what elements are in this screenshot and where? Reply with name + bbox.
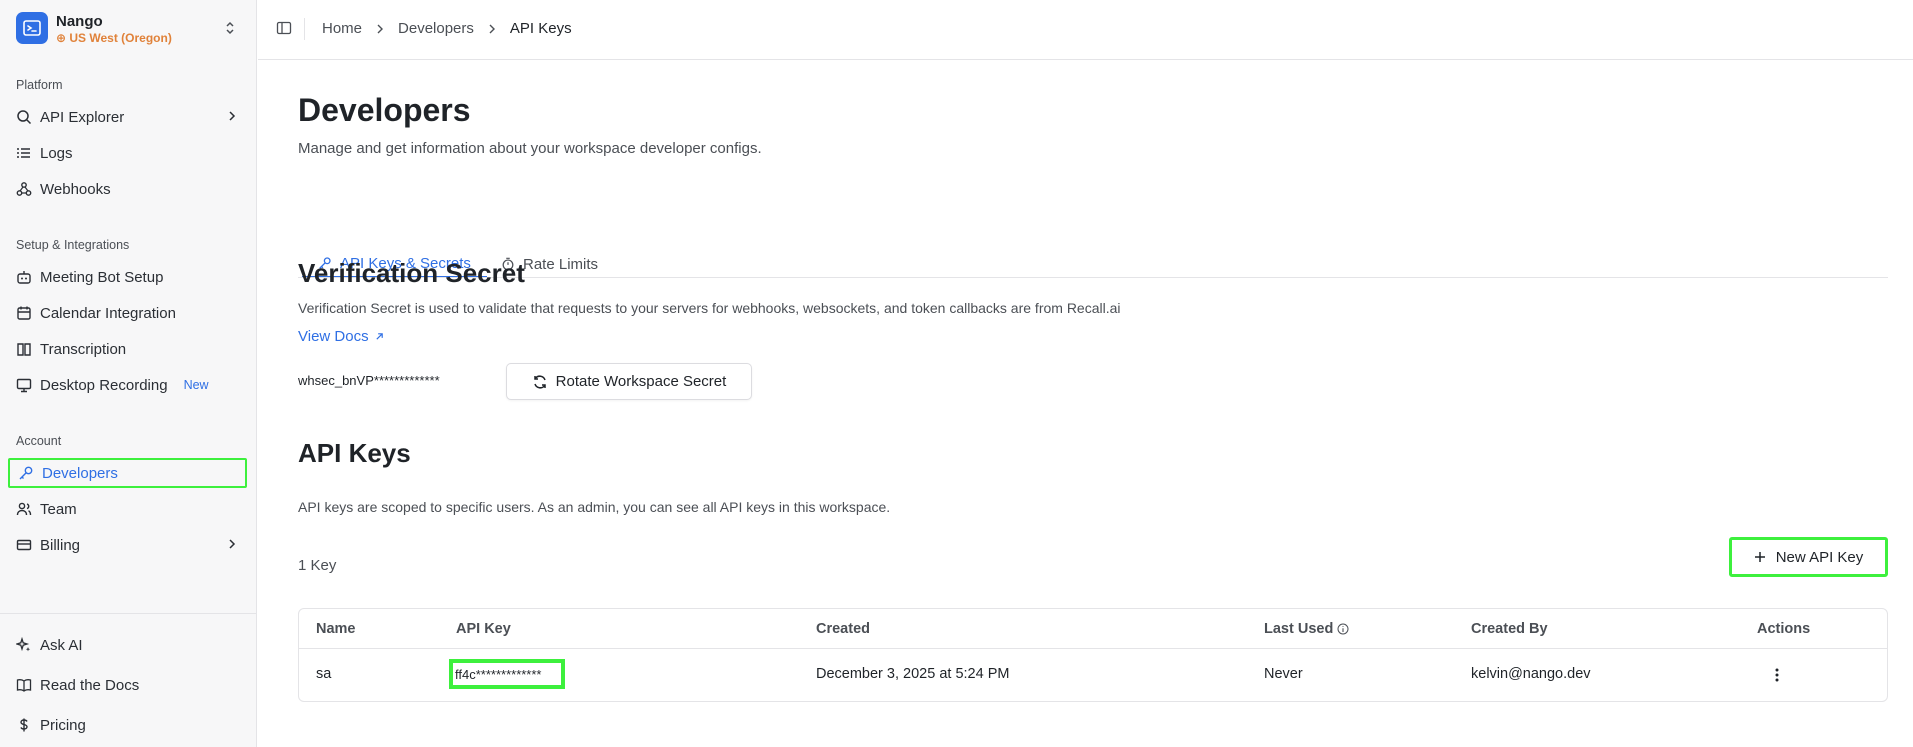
column-header-actions: Actions <box>1757 621 1811 637</box>
tab-label: Rate Limits <box>523 255 599 273</box>
chevron-up-down-icon <box>224 20 236 41</box>
cell-created: December 3, 2025 at 5:24 PM <box>816 666 1010 682</box>
refresh-icon <box>532 374 548 390</box>
section-label-platform: Platform <box>16 78 63 92</box>
verification-secret-value: whsec_bnVP************* <box>298 373 440 388</box>
workspace-region: ⊕ US West (Oregon) <box>56 31 172 45</box>
plus-icon <box>1754 551 1766 563</box>
chevron-right-icon <box>227 537 237 555</box>
sidebar: Nango ⊕ US West (Oregon) Platform API Ex… <box>0 0 257 747</box>
book-icon <box>16 341 32 357</box>
verification-title: Verification Secret <box>298 258 525 288</box>
column-header-api-key: API Key <box>456 621 511 637</box>
sidebar-item-label: Developers <box>42 464 118 482</box>
api-keys-description: API keys are scoped to specific users. A… <box>298 499 891 515</box>
chevron-right-icon <box>376 23 384 35</box>
view-docs-label: View Docs <box>298 328 369 345</box>
sidebar-item-webhooks[interactable]: Webhooks <box>8 174 247 204</box>
sidebar-item-label: Team <box>40 500 77 518</box>
sidebar-item-label: Pricing <box>40 716 86 734</box>
workspace-logo-icon <box>16 12 48 44</box>
dollar-icon <box>16 717 32 733</box>
rotate-secret-label: Rotate Workspace Secret <box>555 373 727 390</box>
cell-name: sa <box>316 666 332 682</box>
sidebar-item-label: Desktop Recording <box>40 376 168 394</box>
new-badge: New <box>183 378 209 392</box>
sidebar-item-desktop-recording[interactable]: Desktop Recording New <box>8 370 247 400</box>
page-title: Developers <box>298 92 471 128</box>
column-header-last-used: Last Used <box>1264 621 1349 637</box>
list-icon <box>16 145 32 161</box>
column-header-created: Created <box>816 621 870 637</box>
api-keys-table: Name API Key Created Last Used Created B… <box>298 608 1888 702</box>
sidebar-item-label: Meeting Bot Setup <box>40 268 164 286</box>
sidebar-item-developers[interactable]: Developers <box>8 458 247 488</box>
new-api-key-button[interactable]: New API Key <box>1729 537 1888 577</box>
webhook-icon <box>16 181 32 197</box>
calendar-icon <box>16 305 32 321</box>
column-header-created-by: Created By <box>1471 621 1548 637</box>
workspace-switcher[interactable]: Nango ⊕ US West (Oregon) <box>16 12 244 46</box>
column-header-name: Name <box>316 621 356 637</box>
more-actions-icon[interactable] <box>1775 668 1779 687</box>
table-header: Name API Key Created Last Used Created B… <box>299 609 1887 649</box>
sidebar-item-label: Logs <box>40 144 73 162</box>
monitor-icon <box>16 377 32 393</box>
chevron-right-icon <box>488 23 496 35</box>
topbar: Home Developers API Keys <box>258 0 1913 60</box>
sidebar-item-label: Transcription <box>40 340 127 358</box>
book-open-icon <box>16 677 32 693</box>
tab-bar: API Keys & Secrets Rate Limits <box>298 188 1888 278</box>
divider <box>304 18 305 40</box>
region-label: US West (Oregon) <box>69 31 172 45</box>
cell-created-by: kelvin@nango.dev <box>1471 666 1591 682</box>
key-count: 1 Key <box>298 557 337 574</box>
sidebar-item-label: Ask AI <box>40 636 83 654</box>
bot-icon <box>16 269 32 285</box>
sidebar-item-api-explorer[interactable]: API Explorer <box>8 102 247 132</box>
sidebar-item-label: Calendar Integration <box>40 304 176 322</box>
page-subtitle: Manage and get information about your wo… <box>298 140 762 157</box>
sidebar-item-billing[interactable]: Billing <box>8 530 247 560</box>
verification-description: Verification Secret is used to validate … <box>298 300 1121 316</box>
breadcrumb-home[interactable]: Home <box>322 20 362 37</box>
cell-api-key[interactable]: ff4c************* <box>449 659 565 689</box>
view-docs-link[interactable]: View Docs <box>298 328 384 345</box>
sidebar-item-team[interactable]: Team <box>8 494 247 524</box>
sidebar-item-label: Webhooks <box>40 180 111 198</box>
sidebar-item-ask-ai[interactable]: Ask AI <box>8 630 247 660</box>
globe-icon: ⊕ <box>56 31 70 45</box>
cell-last-used: Never <box>1264 666 1303 682</box>
section-label-account: Account <box>16 434 62 448</box>
info-icon[interactable] <box>1337 623 1349 635</box>
section-label-setup: Setup & Integrations <box>16 238 130 252</box>
breadcrumb-developers[interactable]: Developers <box>398 20 474 37</box>
api-keys-title: API Keys <box>298 438 411 468</box>
rotate-secret-button[interactable]: Rotate Workspace Secret <box>506 363 752 400</box>
workspace-name: Nango <box>56 13 103 30</box>
sidebar-item-transcription[interactable]: Transcription <box>8 334 247 364</box>
chevron-right-icon <box>227 109 237 127</box>
sidebar-footer: Ask AI Read the Docs Pricing <box>0 613 257 747</box>
sidebar-item-read-docs[interactable]: Read the Docs <box>8 670 247 700</box>
sidebar-item-logs[interactable]: Logs <box>8 138 247 168</box>
sidebar-item-label: Read the Docs <box>40 676 140 694</box>
sidebar-item-label: API Explorer <box>40 108 125 126</box>
new-api-key-label: New API Key <box>1775 548 1864 566</box>
external-link-icon <box>375 332 384 341</box>
sidebar-toggle-icon[interactable] <box>276 20 292 41</box>
sidebar-item-label: Billing <box>40 536 81 554</box>
tab-divider <box>298 277 1888 278</box>
key-icon <box>18 465 34 481</box>
sidebar-item-pricing[interactable]: Pricing <box>8 710 247 740</box>
sidebar-item-meeting-bot-setup[interactable]: Meeting Bot Setup <box>8 262 247 292</box>
column-header-label: Last Used <box>1264 621 1334 637</box>
card-icon <box>16 537 32 553</box>
search-icon <box>16 109 32 125</box>
sparkles-icon <box>16 637 32 653</box>
breadcrumb-api-keys: API Keys <box>509 20 572 37</box>
sidebar-item-calendar-integration[interactable]: Calendar Integration <box>8 298 247 328</box>
breadcrumb: Home Developers API Keys <box>322 20 572 37</box>
users-icon <box>16 501 32 517</box>
